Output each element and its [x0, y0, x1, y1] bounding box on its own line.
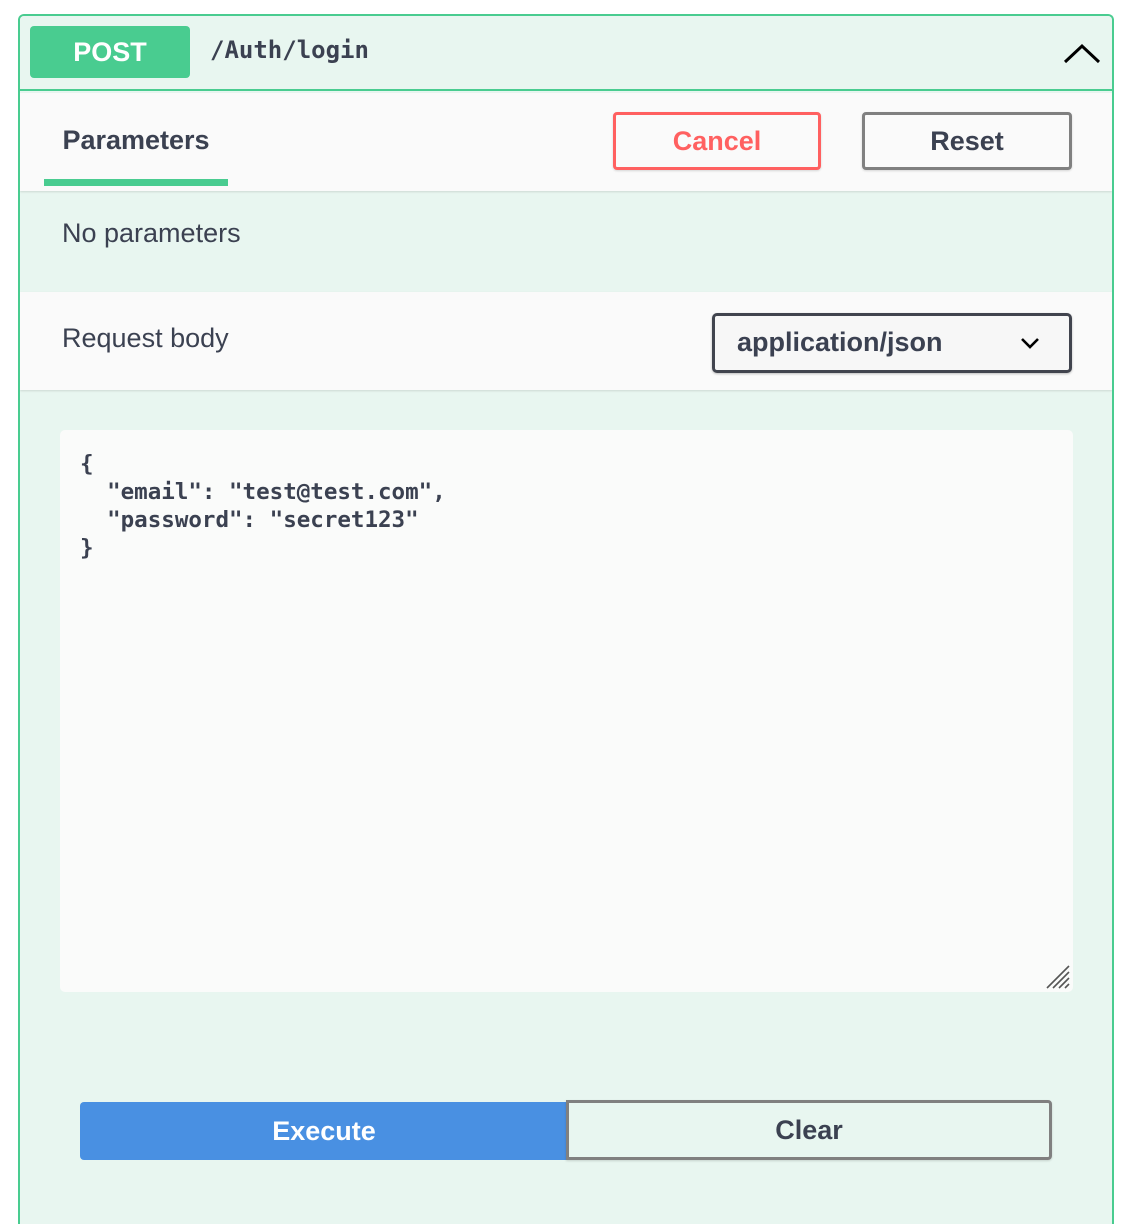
clear-button[interactable]: Clear — [566, 1100, 1052, 1160]
execute-button[interactable]: Execute — [80, 1102, 568, 1160]
request-body-label: Request body — [62, 323, 229, 353]
request-body-header: Request body application/json — [20, 292, 1112, 390]
content-type-value: application/json — [737, 327, 943, 357]
operation-block: POST /Auth/login Parameters Cancel Reset… — [18, 14, 1114, 1224]
reset-button[interactable]: Reset — [862, 112, 1072, 170]
resize-handle-icon[interactable] — [1045, 964, 1071, 990]
no-parameters-text: No parameters — [62, 218, 241, 248]
operation-summary[interactable]: POST /Auth/login — [20, 16, 1112, 91]
operation-path: /Auth/login — [210, 36, 369, 64]
request-body-text[interactable]: { "email": "test@test.com", "password": … — [80, 450, 1053, 562]
tab-parameters[interactable]: Parameters — [44, 93, 228, 187]
method-badge: POST — [30, 26, 190, 78]
parameters-header: Parameters Cancel Reset — [20, 93, 1112, 191]
chevron-down-icon — [1021, 338, 1039, 349]
content-type-select[interactable]: application/json — [712, 313, 1072, 373]
request-body-editor[interactable]: { "email": "test@test.com", "password": … — [60, 430, 1073, 992]
execute-wrapper: Execute Clear — [80, 1100, 1052, 1162]
cancel-button[interactable]: Cancel — [613, 112, 821, 170]
chevron-up-icon[interactable] — [1062, 38, 1102, 68]
active-tab-indicator — [44, 179, 228, 186]
